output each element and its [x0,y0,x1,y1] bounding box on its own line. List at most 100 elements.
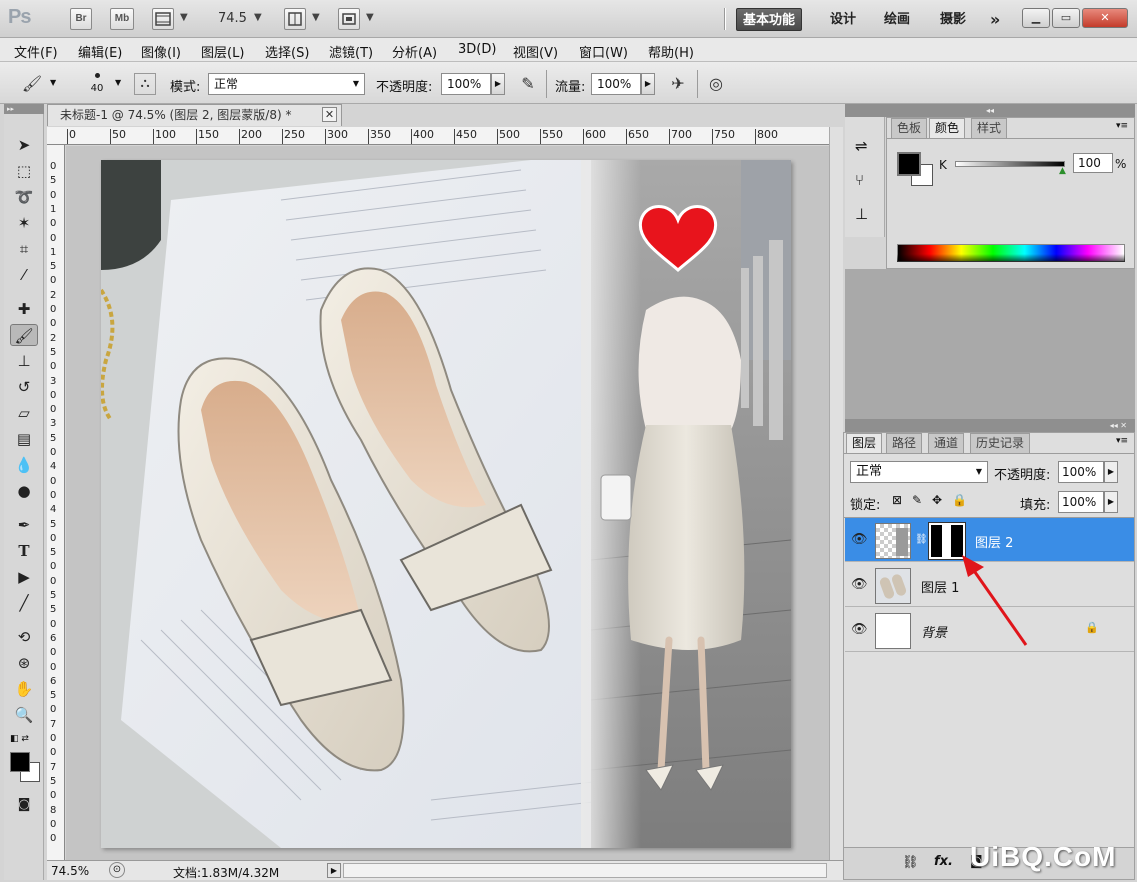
opacity-input[interactable]: 100% [441,73,491,95]
clone-source-icon[interactable]: ⊥ [855,205,868,223]
crop-tool-icon[interactable]: ⌗ [10,238,38,260]
maximize-icon[interactable]: ▭ [1052,8,1080,28]
k-slider-track[interactable] [955,161,1065,167]
tablet-opacity-icon[interactable]: ✎ [516,72,540,96]
quick-mask-icon[interactable]: ◙ [10,794,38,816]
tab-layers[interactable]: 图层 [846,433,883,453]
swap-colors-icon[interactable]: ◧ ⇄ [10,734,29,744]
lock-all-icon[interactable]: 🔒 [952,493,967,507]
status-zoom[interactable]: 74.5% [51,864,89,878]
link-layers-icon[interactable]: ⛓ [902,855,919,870]
brush-tool-icon[interactable]: 🖌 [10,324,38,346]
menu-analysis[interactable]: 分析(A) [392,42,437,61]
eyedropper-tool-icon[interactable]: ⁄ [10,264,38,286]
zoom-tool-icon[interactable]: 🔍 [10,704,38,726]
layer-opacity-arrow[interactable]: ▶ [1104,461,1118,483]
menu-3d[interactable]: 3D(D) [458,42,496,57]
close-icon[interactable]: ✕ [1082,8,1128,28]
visibility-eye-icon[interactable]: 👁 [851,622,868,637]
arrange-documents-button[interactable] [284,8,306,30]
foreground-color-swatch[interactable] [897,152,921,176]
panel-menu-icon[interactable]: ▾≡ [1116,436,1128,446]
marquee-tool-icon[interactable]: ⬚ [10,160,38,182]
gradient-tool-icon[interactable]: ▤ [10,428,38,450]
close-document-icon[interactable]: ✕ [322,107,337,122]
k-value-input[interactable]: 100 [1073,153,1113,173]
menu-help[interactable]: 帮助(H) [648,42,694,61]
menu-filter[interactable]: 滤镜(T) [329,42,373,61]
panel-menu-icon[interactable]: ▾≡ [1116,121,1128,131]
status-menu-arrow[interactable]: ▶ [327,863,341,878]
lock-transparent-icon[interactable]: ⊠ [892,493,902,507]
chevron-down-icon[interactable]: ▼ [180,12,188,23]
panel-dock-collapse[interactable]: ◂◂ ✕ [845,419,1135,432]
fill-arrow[interactable]: ▶ [1104,491,1118,513]
clone-stamp-tool-icon[interactable]: ⊥ [10,350,38,372]
visibility-eye-icon[interactable]: 👁 [851,532,868,547]
blur-tool-icon[interactable]: 💧 [10,454,38,476]
layer-name[interactable]: 背景 [921,622,947,641]
workspace-design[interactable]: 设计 [824,8,862,31]
airbrush-icon[interactable]: ✈ [666,72,690,96]
flow-slider-arrow[interactable]: ▶ [641,73,655,95]
tab-channels[interactable]: 通道 [928,433,965,453]
layer-thumbnail[interactable] [875,523,911,559]
toolbox-collapse[interactable]: ▸▸ [4,104,44,114]
visibility-eye-icon[interactable]: 👁 [851,577,868,592]
brush-tool-preset-icon[interactable]: 🖌 [20,72,44,96]
dodge-tool-icon[interactable]: ● [10,480,38,502]
brush-presets-icon[interactable]: ⇌ [855,137,868,155]
move-tool-icon[interactable]: ➤ [10,134,38,156]
line-tool-icon[interactable]: ╱ [10,592,38,614]
status-info-icon[interactable]: ⊙ [109,862,125,878]
bridge-button[interactable]: Br [70,8,92,30]
tab-swatches[interactable]: 色板 [891,118,928,138]
panel-dock-collapse[interactable]: ◂◂ [845,104,1135,117]
slider-thumb-icon[interactable]: ▲ [1059,166,1066,176]
type-tool-icon[interactable]: T [10,540,38,562]
layer-opacity-input[interactable]: 100% [1058,461,1104,483]
document-canvas[interactable] [101,160,791,848]
layer-thumbnail[interactable] [875,613,911,649]
view-extras-button[interactable] [152,8,174,30]
tab-paths[interactable]: 路径 [886,433,923,453]
workspace-more-button[interactable]: » [984,8,1006,31]
blend-mode-select[interactable]: 正常 ▼ [850,461,988,483]
lock-image-icon[interactable]: ✎ [912,493,922,507]
document-tab[interactable]: 未标题-1 @ 74.5% (图层 2, 图层蒙版/8) * [47,104,342,126]
tab-history[interactable]: 历史记录 [970,433,1031,453]
menu-window[interactable]: 窗口(W) [579,42,628,61]
mode-select[interactable]: 正常 ▼ [208,73,365,95]
layer-thumbnail[interactable] [875,568,911,604]
3d-orbit-tool-icon[interactable]: ⊛ [10,652,38,674]
brush-panel-toggle-icon[interactable]: ⛬ [134,73,156,95]
menu-edit[interactable]: 编辑(E) [78,42,122,61]
quick-selection-tool-icon[interactable]: ✶ [10,212,38,234]
workspace-essentials[interactable]: 基本功能 [736,8,803,31]
hand-tool-icon[interactable]: ✋ [10,678,38,700]
3d-rotate-tool-icon[interactable]: ⟲ [10,626,38,648]
brush-panel-icon[interactable]: ⑂ [855,171,864,189]
screen-mode-button[interactable] [338,8,360,30]
chevron-down-icon[interactable]: ▼ [366,12,374,23]
menu-layer[interactable]: 图层(L) [201,42,244,61]
eraser-tool-icon[interactable]: ▱ [10,402,38,424]
foreground-color-swatch[interactable] [10,752,30,772]
history-brush-tool-icon[interactable]: ↺ [10,376,38,398]
layer-name[interactable]: 图层 2 [975,532,1013,551]
lasso-tool-icon[interactable]: ➰ [10,186,38,208]
brush-size-picker[interactable]: 40 [84,70,110,100]
chevron-down-icon[interactable]: ▼ [312,12,320,23]
flow-input[interactable]: 100% [591,73,641,95]
menu-image[interactable]: 图像(I) [141,42,181,61]
path-selection-tool-icon[interactable]: ▶ [10,566,38,588]
tab-styles[interactable]: 样式 [971,118,1008,138]
link-chain-icon[interactable]: ⛓ [915,534,928,545]
menu-file[interactable]: 文件(F) [14,42,58,61]
vertical-scrollbar[interactable] [829,127,843,860]
workspace-photography[interactable]: 摄影 [934,8,972,31]
minimize-icon[interactable]: ▁ [1022,8,1050,28]
chevron-down-icon[interactable]: ▼ [50,78,56,87]
zoom-level-dropdown[interactable]: 74.5 [218,11,247,26]
pen-tool-icon[interactable]: ✒ [10,514,38,536]
